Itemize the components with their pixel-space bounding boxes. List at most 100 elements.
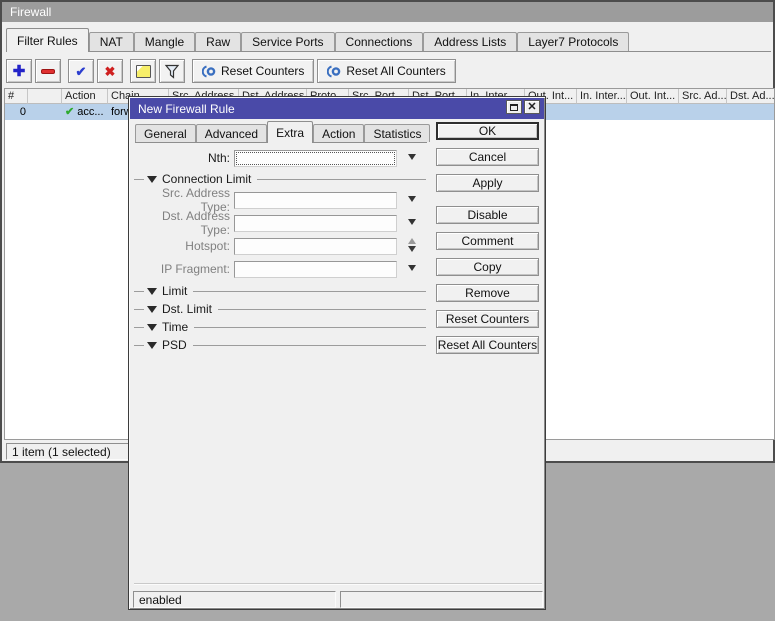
firewall-tab-bar: Filter Rules NAT Mangle Raw Service Port… — [6, 26, 771, 52]
spinner-down-icon[interactable] — [408, 246, 416, 252]
filter-funnel-icon — [164, 64, 180, 79]
chevron-down-icon[interactable] — [408, 265, 416, 271]
dialog-title: New Firewall Rule — [138, 102, 235, 116]
comment-note-icon — [136, 65, 151, 78]
minus-icon — [41, 69, 55, 74]
apply-button[interactable]: Apply — [436, 174, 539, 192]
triangle-down-icon — [147, 342, 157, 349]
dialog-status-right — [340, 591, 543, 608]
tab-general[interactable]: General — [135, 124, 196, 142]
ip-fragment-label: IP Fragment: — [134, 262, 230, 276]
tab-address-lists[interactable]: Address Lists — [423, 32, 517, 51]
triangle-down-icon — [147, 176, 157, 183]
remove-rule-button[interactable] — [35, 59, 61, 83]
close-button[interactable]: ✕ — [524, 100, 540, 114]
tab-connections[interactable]: Connections — [335, 32, 424, 51]
tab-mangle[interactable]: Mangle — [134, 32, 195, 51]
row-number: 0 — [5, 106, 28, 118]
section-limit[interactable]: Limit — [134, 284, 426, 298]
col-blank[interactable] — [28, 89, 62, 104]
dialog-titlebar[interactable]: New Firewall Rule — [130, 98, 544, 119]
section-connection-limit[interactable]: Connection Limit — [134, 172, 426, 186]
cross-icon: ✖ — [105, 65, 116, 78]
tab-nat[interactable]: NAT — [89, 32, 134, 51]
chevron-down-icon[interactable] — [408, 196, 416, 202]
col-number[interactable]: # — [5, 89, 28, 104]
tab-filter-rules[interactable]: Filter Rules — [6, 28, 89, 52]
maximize-icon — [510, 104, 518, 111]
nth-label: Nth: — [134, 151, 230, 165]
section-time-label: Time — [162, 320, 188, 334]
rule-state-status: enabled — [133, 591, 336, 608]
section-connection-limit-label: Connection Limit — [162, 172, 251, 186]
comment-button[interactable]: Comment — [436, 232, 539, 250]
triangle-down-icon — [147, 324, 157, 331]
close-icon: ✕ — [527, 102, 536, 113]
spinner-up-icon[interactable] — [408, 238, 416, 244]
tab-extra[interactable]: Extra — [267, 121, 313, 143]
col-action[interactable]: Action — [62, 89, 108, 104]
hotspot-input[interactable] — [234, 238, 397, 255]
hotspot-row: Hotspot: — [129, 237, 429, 255]
tab-layer7-protocols[interactable]: Layer7 Protocols — [517, 32, 629, 51]
triangle-down-icon — [147, 288, 157, 295]
comment-button[interactable] — [130, 59, 156, 83]
chevron-down-icon[interactable] — [408, 219, 416, 225]
add-rule-button[interactable]: ✚ — [6, 59, 32, 83]
col-src-address-list[interactable]: Src. Ad... — [679, 89, 727, 104]
dialog-status-separator — [134, 583, 542, 585]
hotspot-spinner[interactable] — [408, 238, 416, 252]
section-psd-label: PSD — [162, 338, 187, 352]
section-dst-limit-label: Dst. Limit — [162, 302, 212, 316]
nth-row: Nth: — [129, 149, 429, 167]
tab-advanced[interactable]: Advanced — [196, 124, 267, 142]
col-in-interface-list[interactable]: In. Inter... — [577, 89, 627, 104]
new-firewall-rule-dialog: New Firewall Rule ✕ General Advanced Ext… — [128, 96, 546, 610]
reset-counter-icon — [327, 65, 341, 78]
ip-fragment-input[interactable] — [234, 261, 397, 278]
col-out-interface-list[interactable]: Out. Int... — [627, 89, 679, 104]
nth-input[interactable] — [234, 150, 397, 167]
tab-action[interactable]: Action — [313, 124, 364, 142]
section-dst-limit[interactable]: Dst. Limit — [134, 302, 426, 316]
tab-service-ports[interactable]: Service Ports — [241, 32, 334, 51]
reset-all-counters-button[interactable]: Reset All Counters — [436, 336, 539, 354]
dst-address-type-input[interactable] — [234, 215, 397, 232]
reset-counters-button[interactable]: Reset Counters — [436, 310, 539, 328]
reset-all-counters-toolbar-button[interactable]: Reset All Counters — [317, 59, 455, 83]
enable-rule-button[interactable]: ✔ — [68, 59, 94, 83]
desktop: Firewall Filter Rules NAT Mangle Raw Ser… — [0, 0, 775, 621]
ip-fragment-row: IP Fragment: — [129, 260, 429, 278]
ok-button[interactable]: OK — [436, 122, 539, 140]
section-time[interactable]: Time — [134, 320, 426, 334]
dialog-tab-bar: General Advanced Extra Action Statistics — [135, 119, 427, 143]
filter-button[interactable] — [159, 59, 185, 83]
firewall-window-title: Firewall — [10, 5, 51, 19]
remove-button[interactable]: Remove — [436, 284, 539, 302]
plus-icon: ✚ — [13, 64, 26, 79]
firewall-toolbar: ✚ ✔ ✖ Reset Counters Reset All Counters — [6, 58, 459, 84]
reset-all-counters-label: Reset All Counters — [346, 64, 445, 78]
section-psd[interactable]: PSD — [134, 338, 426, 352]
reset-counters-label: Reset Counters — [221, 64, 304, 78]
maximize-button[interactable] — [506, 100, 522, 114]
accept-check-icon: ✔ — [65, 107, 74, 118]
src-address-type-row: Src. Address Type: — [129, 191, 429, 209]
src-address-type-input[interactable] — [234, 192, 397, 209]
dst-address-type-row: Dst. Address Type: — [129, 214, 429, 232]
cancel-button[interactable]: Cancel — [436, 148, 539, 166]
hotspot-label: Hotspot: — [134, 239, 230, 253]
dst-address-type-label: Dst. Address Type: — [134, 209, 230, 237]
col-dst-address-list[interactable]: Dst. Ad... — [727, 89, 775, 104]
triangle-down-icon — [147, 306, 157, 313]
check-icon: ✔ — [76, 65, 87, 78]
chevron-down-icon[interactable] — [408, 154, 416, 160]
copy-button[interactable]: Copy — [436, 258, 539, 276]
disable-rule-button[interactable]: ✖ — [97, 59, 123, 83]
disable-button[interactable]: Disable — [436, 206, 539, 224]
tab-statistics[interactable]: Statistics — [364, 124, 430, 142]
tab-raw[interactable]: Raw — [195, 32, 241, 51]
reset-counters-toolbar-button[interactable]: Reset Counters — [192, 59, 314, 83]
firewall-titlebar[interactable]: Firewall — [2, 2, 773, 22]
row-action: acc... — [77, 106, 103, 118]
